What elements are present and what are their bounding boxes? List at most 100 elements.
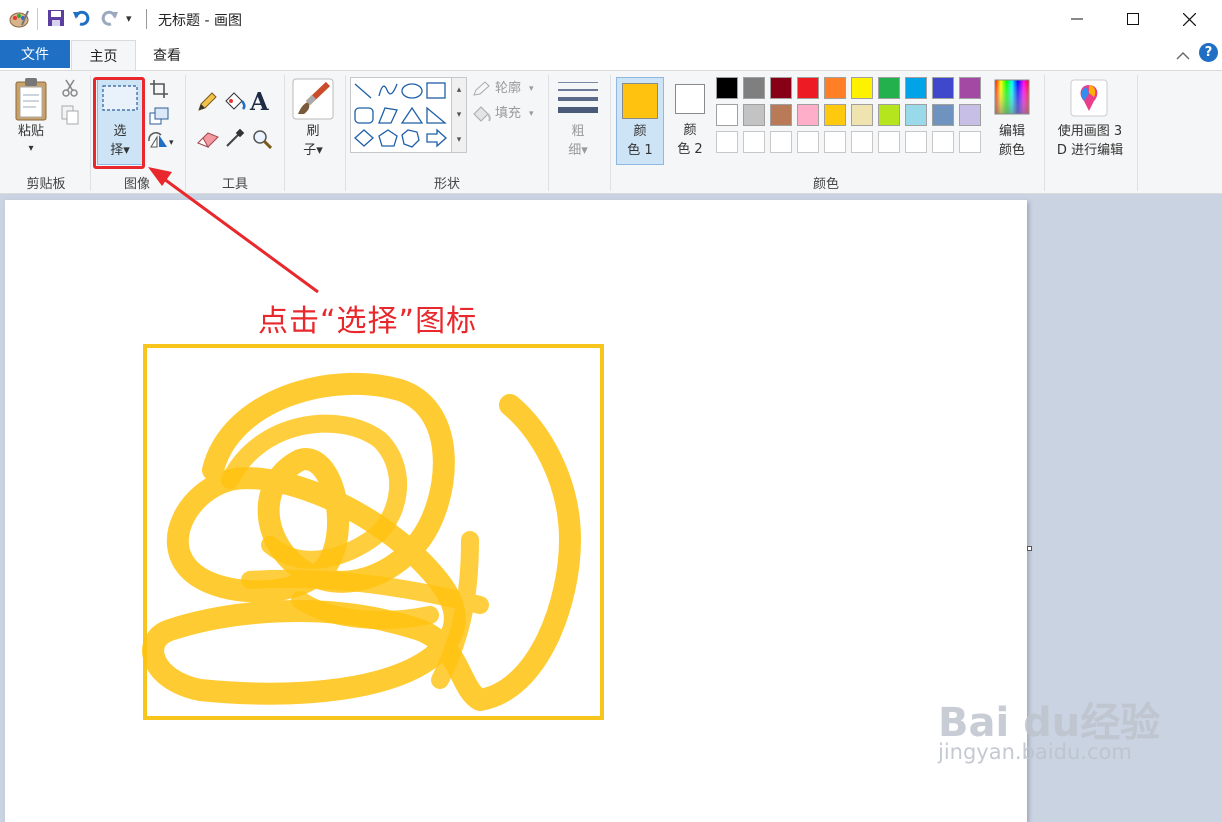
pencil-icon[interactable] — [196, 91, 218, 117]
color-swatch[interactable] — [959, 104, 981, 126]
color2-swatch — [675, 84, 705, 114]
color-picker-icon[interactable] — [224, 127, 246, 153]
paste-button[interactable] — [12, 77, 50, 125]
crop-icon[interactable] — [149, 79, 169, 103]
color-swatch[interactable] — [743, 77, 765, 99]
fill-icon[interactable] — [472, 105, 492, 127]
image-group-label: 图像 — [123, 177, 150, 192]
brush-label-line1[interactable]: 刷 — [290, 122, 336, 142]
maximize-button[interactable] — [1106, 0, 1160, 38]
shapes-more-icon[interactable]: ▾ — [452, 128, 466, 152]
colors-group-label: 颜色 — [812, 177, 839, 192]
customize-qa-dropdown[interactable]: ▾ — [126, 12, 132, 25]
divider — [146, 9, 147, 29]
fill-dropdown-icon[interactable]: ▾ — [529, 104, 534, 124]
size-label-line2[interactable]: 细▾ — [556, 141, 600, 161]
fill-label[interactable]: 填充 — [495, 104, 521, 124]
custom-color-slot[interactable] — [770, 131, 792, 153]
color-swatch[interactable] — [959, 77, 981, 99]
group-separator — [548, 75, 549, 191]
edit-colors-icon[interactable] — [994, 79, 1030, 119]
edit-colors-label-line1[interactable]: 编辑 — [990, 122, 1034, 142]
color1-button[interactable]: 颜 色 1 — [616, 77, 664, 165]
color-swatch[interactable] — [770, 77, 792, 99]
custom-color-slot[interactable] — [797, 131, 819, 153]
group-separator — [1137, 75, 1138, 191]
color2-button[interactable]: 颜 色 2 — [668, 77, 712, 165]
size-label-line1[interactable]: 粗 — [556, 122, 600, 142]
color-swatch[interactable] — [824, 104, 846, 126]
custom-color-slot[interactable] — [824, 131, 846, 153]
rotate-icon[interactable]: ▾ — [147, 131, 177, 155]
tab-file[interactable]: 文件 — [0, 40, 70, 68]
color2-label-line1: 颜 — [683, 123, 697, 138]
color-swatch[interactable] — [878, 77, 900, 99]
custom-color-slot[interactable] — [716, 131, 738, 153]
outline-icon[interactable] — [472, 81, 492, 101]
minimize-button[interactable] — [1050, 0, 1104, 38]
redo-icon[interactable] — [99, 9, 119, 31]
save-icon[interactable] — [47, 9, 65, 31]
fill-bucket-icon[interactable] — [223, 91, 247, 117]
color-swatch[interactable] — [770, 104, 792, 126]
highlight-frame — [93, 77, 145, 169]
edit-colors-label-line2[interactable]: 颜色 — [990, 141, 1034, 161]
color-swatch[interactable] — [932, 104, 954, 126]
help-button[interactable]: ? — [1199, 43, 1218, 62]
color-swatch[interactable] — [716, 104, 738, 126]
custom-color-slot[interactable] — [932, 131, 954, 153]
color-swatch[interactable] — [851, 104, 873, 126]
custom-color-slot[interactable] — [851, 131, 873, 153]
brush-label-line2[interactable]: 子▾ — [290, 141, 336, 161]
color1-swatch — [622, 83, 658, 119]
tab-home[interactable]: 主页 — [71, 40, 136, 70]
outline-dropdown-icon[interactable]: ▾ — [529, 79, 534, 99]
collapse-ribbon-icon[interactable] — [1176, 46, 1190, 65]
paint3d-label-line2[interactable]: D 进行编辑 — [1050, 141, 1130, 161]
color-swatch[interactable] — [797, 77, 819, 99]
scroll-up-icon[interactable]: ▴ — [452, 78, 466, 103]
color-swatch[interactable] — [878, 104, 900, 126]
custom-color-slot[interactable] — [959, 131, 981, 153]
watermark-url: jingyan.baidu.com — [938, 740, 1132, 764]
close-button[interactable] — [1162, 0, 1216, 38]
custom-color-slot[interactable] — [905, 131, 927, 153]
copy-icon[interactable] — [61, 105, 79, 129]
tab-view[interactable]: 查看 — [138, 40, 196, 69]
undo-icon[interactable] — [72, 9, 92, 31]
color-swatch[interactable] — [932, 77, 954, 99]
paint3d-label-line1[interactable]: 使用画图 3 — [1050, 122, 1130, 142]
outline-label[interactable]: 轮廓 — [495, 79, 521, 99]
color-swatch[interactable] — [905, 104, 927, 126]
paste-dropdown-icon[interactable]: ▾ — [8, 139, 54, 159]
magnifier-icon[interactable] — [252, 129, 273, 153]
scroll-down-icon[interactable]: ▾ — [452, 103, 466, 128]
eraser-icon[interactable] — [196, 129, 220, 153]
color1-label-line1: 颜 — [633, 124, 647, 139]
paint-app-icon[interactable] — [8, 9, 30, 33]
shapes-scroll[interactable]: ▴ ▾ ▾ — [451, 77, 467, 153]
color-swatch[interactable] — [905, 77, 927, 99]
color-palette — [716, 77, 988, 157]
custom-color-slot[interactable] — [878, 131, 900, 153]
custom-color-slot[interactable] — [743, 131, 765, 153]
shapes-group-label: 形状 — [433, 177, 460, 192]
size-icon[interactable] — [557, 80, 599, 118]
color-swatch[interactable] — [851, 77, 873, 99]
color-swatch[interactable] — [824, 77, 846, 99]
brush-icon[interactable] — [292, 78, 334, 124]
color-swatch[interactable] — [743, 104, 765, 126]
clipboard-group-label: 剪贴板 — [26, 177, 66, 192]
minimize-icon — [1071, 18, 1083, 20]
close-icon — [1182, 12, 1196, 26]
color-swatch[interactable] — [716, 77, 738, 99]
resize-icon[interactable] — [149, 107, 169, 129]
cut-icon[interactable] — [62, 79, 78, 101]
paint3d-icon[interactable] — [1070, 79, 1108, 121]
canvas-resize-handle[interactable] — [1027, 546, 1032, 551]
group-separator — [345, 75, 346, 191]
group-separator — [610, 75, 611, 191]
color-swatch[interactable] — [797, 104, 819, 126]
title-bar: ▾ 无标题 - 画图 — [0, 0, 1222, 38]
text-tool-icon[interactable]: A — [250, 87, 269, 116]
